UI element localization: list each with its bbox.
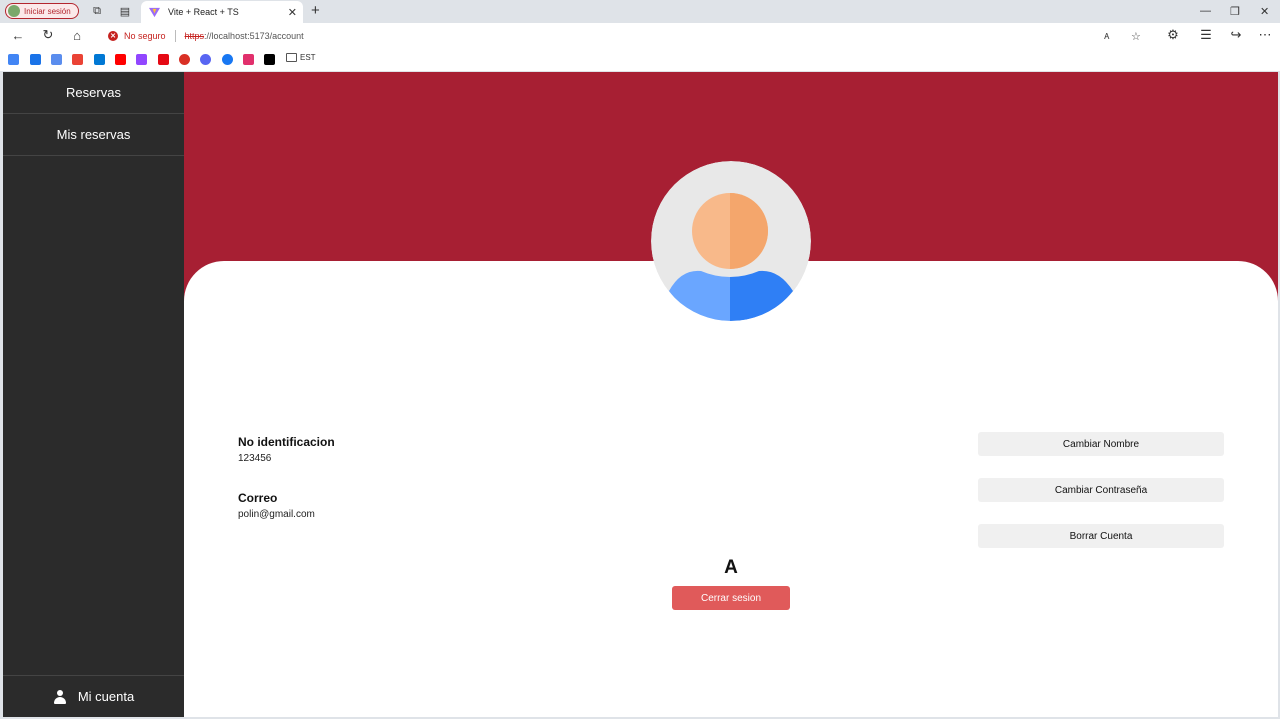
extensions-icon[interactable]: ⚙ bbox=[1166, 27, 1180, 42]
url-path: ://localhost:5173/account bbox=[204, 31, 304, 41]
twitch-icon[interactable] bbox=[136, 54, 147, 65]
logout-button[interactable]: Cerrar sesion bbox=[672, 586, 790, 610]
active-tab[interactable]: Vite + React + TS ✕ bbox=[141, 1, 303, 23]
sidebar-item-mis-reservas[interactable]: Mis reservas bbox=[3, 114, 184, 156]
back-icon[interactable]: ← bbox=[11, 28, 25, 43]
id-value: 123456 bbox=[238, 453, 272, 464]
tab-title: Vite + React + TS bbox=[168, 7, 239, 17]
youtube-icon[interactable] bbox=[115, 54, 126, 65]
app-icon[interactable] bbox=[179, 54, 190, 65]
folder-icon bbox=[286, 53, 297, 62]
bookmark-folder[interactable]: EST bbox=[286, 53, 316, 62]
not-secure-icon: ✕ bbox=[108, 31, 118, 41]
bookmark-folder-label: EST bbox=[300, 53, 316, 62]
user-icon bbox=[53, 689, 67, 704]
discord-icon[interactable] bbox=[200, 54, 211, 65]
more-menu-icon[interactable]: ⋯ bbox=[1258, 27, 1272, 42]
workspaces-icon[interactable]: ⧉ bbox=[90, 4, 104, 18]
profile-button[interactable]: Iniciar sesión bbox=[5, 3, 79, 19]
vite-icon bbox=[149, 7, 160, 17]
change-name-button[interactable]: Cambiar Nombre bbox=[978, 432, 1224, 456]
read-aloud-icon[interactable]: ᴀ bbox=[1104, 30, 1109, 42]
browser-toolbar: ← ↻ ⌂ ✕ No seguro https ://localhost:517… bbox=[0, 23, 1280, 49]
bookmarks-bar: EST bbox=[0, 49, 1280, 71]
favorites-icon[interactable]: ☰ bbox=[1199, 27, 1213, 42]
home-icon[interactable]: ⌂ bbox=[70, 28, 84, 43]
new-tab-icon[interactable]: + bbox=[311, 3, 320, 19]
outlook-icon[interactable] bbox=[94, 54, 105, 65]
security-status[interactable]: No seguro bbox=[124, 31, 166, 41]
address-bar[interactable]: ✕ No seguro https ://localhost:5173/acco… bbox=[98, 26, 1153, 46]
instagram-icon[interactable] bbox=[243, 54, 254, 65]
delete-account-button[interactable]: Borrar Cuenta bbox=[978, 524, 1224, 548]
change-password-button[interactable]: Cambiar Contraseña bbox=[978, 478, 1224, 502]
reload-icon[interactable]: ↻ bbox=[41, 27, 55, 42]
minimize-icon[interactable]: — bbox=[1200, 5, 1211, 17]
search-icon[interactable] bbox=[30, 54, 41, 65]
restore-icon[interactable]: ❐ bbox=[1230, 5, 1240, 18]
id-label: No identificacion bbox=[238, 435, 335, 449]
tab-close-icon[interactable]: ✕ bbox=[288, 6, 297, 19]
x-icon[interactable] bbox=[264, 54, 275, 65]
close-window-icon[interactable]: ✕ bbox=[1260, 5, 1269, 18]
facebook-icon[interactable] bbox=[222, 54, 233, 65]
user-avatar-icon bbox=[651, 161, 811, 321]
profile-avatar-icon bbox=[8, 5, 20, 17]
url-scheme: https bbox=[184, 31, 205, 41]
sidebar-item-mi-cuenta[interactable]: Mi cuenta bbox=[3, 675, 184, 717]
account-header-banner: A No identificacion 123456 Correo polin@… bbox=[184, 72, 1278, 717]
browser-tab-bar: Iniciar sesión ⧉ ▤ Vite + React + TS ✕ +… bbox=[0, 0, 1280, 23]
user-name: A bbox=[724, 557, 738, 578]
email-label: Correo bbox=[238, 491, 278, 505]
email-value: polin@gmail.com bbox=[238, 509, 315, 520]
sidebar-item-reservas[interactable]: Reservas bbox=[3, 72, 184, 114]
address-divider bbox=[174, 30, 176, 42]
google-icon[interactable] bbox=[8, 54, 19, 65]
sidebar-item-mi-cuenta-label: Mi cuenta bbox=[77, 689, 135, 704]
favorite-star-icon[interactable]: ☆ bbox=[1131, 30, 1141, 43]
gmail-icon[interactable] bbox=[72, 54, 83, 65]
vertical-tabs-icon[interactable]: ▤ bbox=[118, 4, 132, 18]
profile-button-label: Iniciar sesión bbox=[24, 6, 71, 16]
share-icon[interactable]: ↪ bbox=[1229, 27, 1243, 42]
netflix-icon[interactable] bbox=[158, 54, 169, 65]
translate-icon[interactable] bbox=[51, 54, 62, 65]
sidebar: Reservas Mis reservas Mi cuenta bbox=[3, 72, 184, 717]
account-card: A No identificacion 123456 Correo polin@… bbox=[184, 261, 1278, 717]
